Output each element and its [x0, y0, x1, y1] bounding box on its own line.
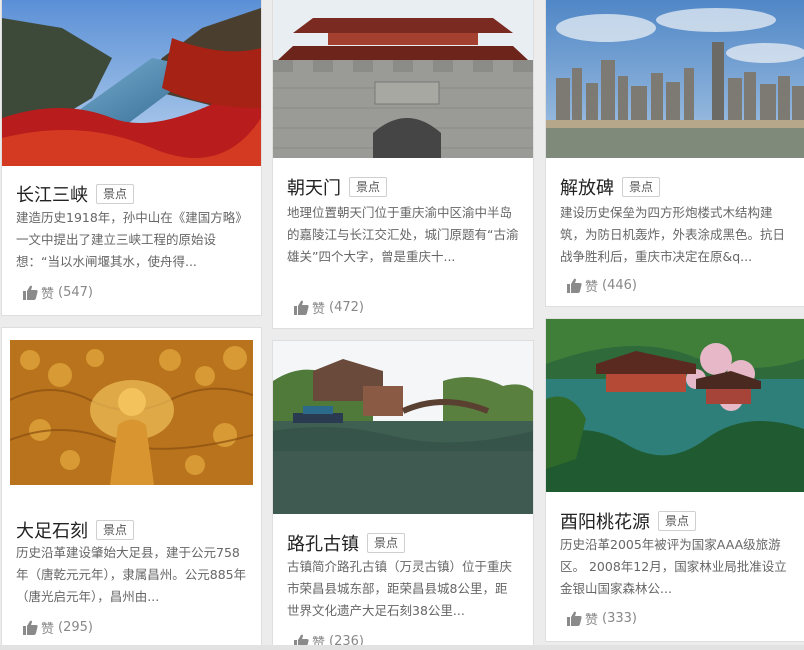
- thumbs-up-icon: [23, 620, 38, 635]
- category-tag: 景点: [96, 520, 135, 540]
- category-tag: 景点: [367, 533, 406, 553]
- like-count: (547): [58, 285, 93, 300]
- card-title[interactable]: 朝天门: [287, 174, 341, 200]
- thumbs-up-icon: [294, 300, 309, 315]
- card-title-row: 酉阳桃花源 景点: [560, 508, 697, 534]
- thumbs-up-icon: [567, 278, 582, 293]
- attraction-card[interactable]: 路孔古镇 景点 古镇简介路孔古镇（万灵古镇）位于重庆市荣昌县城东部，距荣昌县城8…: [273, 341, 533, 650]
- category-tag: 景点: [96, 184, 135, 204]
- card-title[interactable]: 大足石刻: [16, 517, 88, 543]
- card-description: 历史沿革2005年被评为国家AAA级旅游区。 2008年12月，国家林业局批准设…: [560, 537, 787, 596]
- like-label: 赞: [41, 622, 55, 637]
- bottom-scroll-edge: [0, 645, 804, 650]
- card-image[interactable]: [10, 340, 253, 485]
- card-image[interactable]: [273, 341, 533, 514]
- card-title-row: 解放碑 景点: [560, 174, 661, 200]
- category-tag: 景点: [349, 177, 388, 197]
- attraction-card[interactable]: 解放碑 景点 建设历史保垒为四方形炮楼式木结构建筑，为防日机轰炸，外表涂成黑色。…: [546, 0, 804, 306]
- category-tag: 景点: [622, 177, 661, 197]
- card-title-row: 长江三峡 景点: [16, 181, 135, 207]
- like-button[interactable]: 赞 (547): [22, 283, 93, 302]
- attraction-card[interactable]: 酉阳桃花源 景点 历史沿革2005年被评为国家AAA级旅游区。 2008年12月…: [546, 319, 804, 641]
- like-button[interactable]: 赞 (295): [22, 618, 93, 637]
- like-count: (333): [602, 611, 637, 626]
- card-title-row: 路孔古镇 景点: [287, 530, 406, 556]
- card-title[interactable]: 酉阳桃花源: [560, 508, 650, 534]
- like-button[interactable]: 赞 (472): [293, 298, 364, 317]
- card-description: 地理位置朝天门位于重庆渝中区渝中半岛的嘉陵江与长江交汇处，城门原题有“古渝雄关”…: [287, 205, 519, 264]
- card-description: 历史沿革建设肇始大足县，建于公元758年（唐乾元元年），隶属昌州。公元885年（…: [16, 545, 247, 604]
- like-label: 赞: [41, 287, 55, 302]
- category-tag: 景点: [658, 511, 697, 531]
- attraction-card[interactable]: 大足石刻 景点 历史沿革建设肇始大足县，建于公元758年（唐乾元元年），隶属昌州…: [2, 328, 261, 650]
- card-description: 建设历史保垒为四方形炮楼式木结构建筑，为防日机轰炸，外表涂成黑色。抗日战争胜利后…: [560, 205, 786, 264]
- like-label: 赞: [585, 280, 599, 295]
- like-count: (295): [58, 620, 93, 635]
- card-title[interactable]: 解放碑: [560, 174, 614, 200]
- card-description: 建造历史1918年，孙中山在《建国方略》一文中提出了建立三峡工程的原始设想：“当…: [16, 210, 248, 269]
- thumbs-up-icon: [23, 285, 38, 300]
- card-image[interactable]: [546, 0, 804, 158]
- like-label: 赞: [585, 613, 599, 628]
- card-description: 古镇简介路孔古镇（万灵古镇）位于重庆市荣昌县城东部，距荣昌县城8公里，距世界文化…: [287, 559, 513, 618]
- like-count: (446): [602, 278, 637, 293]
- card-title[interactable]: 路孔古镇: [287, 530, 359, 556]
- card-image[interactable]: [273, 0, 533, 158]
- like-count: (472): [329, 300, 364, 315]
- like-button[interactable]: 赞 (333): [566, 609, 637, 628]
- attraction-card[interactable]: 长江三峡 景点 建造历史1918年，孙中山在《建国方略》一文中提出了建立三峡工程…: [2, 0, 261, 315]
- like-button[interactable]: 赞 (446): [566, 276, 637, 295]
- card-title[interactable]: 长江三峡: [16, 181, 88, 207]
- card-title-row: 大足石刻 景点: [16, 517, 135, 543]
- card-image[interactable]: [546, 319, 804, 492]
- like-label: 赞: [312, 302, 326, 317]
- card-image[interactable]: [2, 0, 261, 166]
- card-title-row: 朝天门 景点: [287, 174, 388, 200]
- thumbs-up-icon: [567, 611, 582, 626]
- attraction-card[interactable]: 朝天门 景点 地理位置朝天门位于重庆渝中区渝中半岛的嘉陵江与长江交汇处，城门原题…: [273, 0, 533, 328]
